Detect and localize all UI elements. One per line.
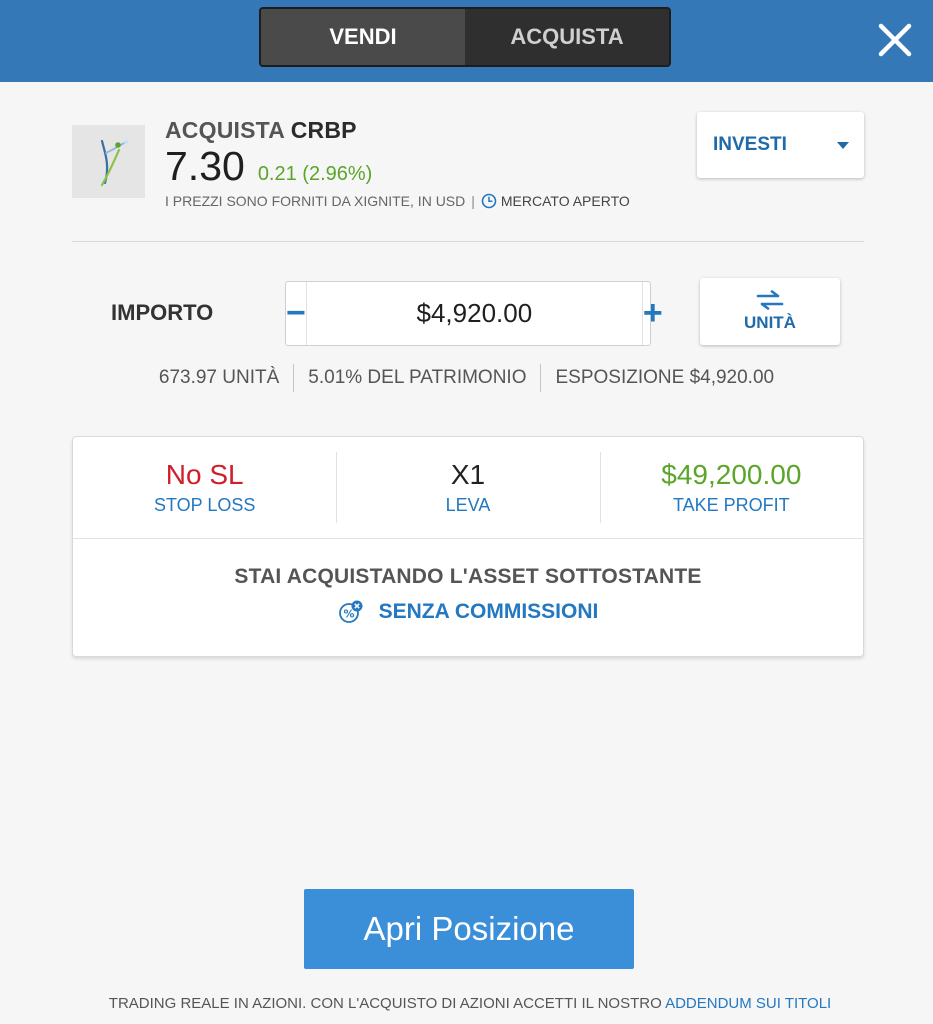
exposure-stat: ESPOSIZIONE $4,920.00 (555, 367, 775, 388)
close-icon[interactable] (872, 17, 918, 63)
no-commission-icon: % (338, 600, 363, 623)
decrease-button[interactable]: − (286, 282, 306, 345)
order-type-dropdown[interactable]: INVESTI (697, 112, 864, 178)
trade-settings-row: No SL STOP LOSS X1 LEVA $49,200.00 TAKE … (73, 437, 863, 539)
stop-loss-label: STOP LOSS (153, 495, 256, 515)
side-toggle: VENDI ACQUISTA (259, 7, 671, 67)
securities-addendum-link[interactable]: ADDENDUM SUI TITOLI (665, 995, 831, 1012)
equity-stat: 5.01% DEL PATRIMONIO (308, 367, 527, 388)
leverage-cell[interactable]: X1 LEVA (336, 437, 599, 538)
stop-loss-value: No SL (165, 459, 244, 490)
amount-label: IMPORTO (111, 300, 214, 325)
top-bar: VENDI ACQUISTA (0, 0, 933, 82)
open-position-button[interactable]: Apri Posizione (304, 889, 634, 969)
swap-icon (756, 290, 784, 310)
notice-line2: SENZA COMMISSIONI (378, 600, 599, 623)
asset-action: ACQUISTA (165, 117, 285, 143)
units-stat: 673.97 UNITÀ (158, 367, 280, 388)
take-profit-label: TAKE PROFIT (672, 495, 790, 515)
position-stats: 673.97 UNITÀ 5.01% DEL PATRIMONIO ESPOSI… (0, 364, 933, 392)
price-info: I PREZZI SONO FORNITI DA XIGNITE, IN USD… (165, 193, 630, 209)
price-change: 0.21 (2.96%) (257, 163, 373, 185)
commission-notice: STAI ACQUISTANDO L'ASSET SOTTOSTANTE % S… (73, 539, 863, 625)
tab-sell[interactable]: VENDI (261, 9, 465, 65)
info-separator: | (471, 193, 475, 209)
increase-button[interactable]: + (643, 282, 663, 345)
leverage-label: LEVA (445, 495, 491, 515)
stop-loss-cell[interactable]: No SL STOP LOSS (73, 437, 336, 538)
price-source-text: I PREZZI SONO FORNITI DA XIGNITE, IN USD (165, 193, 466, 209)
asset-title: ACQUISTA CRBP (165, 117, 357, 144)
stat-divider (540, 364, 542, 392)
asset-symbol: CRBP (290, 117, 357, 143)
units-toggle-button[interactable]: UNITÀ (700, 278, 840, 345)
amount-stepper: − + (285, 281, 663, 346)
trade-settings-card: No SL STOP LOSS X1 LEVA $49,200.00 TAKE … (72, 436, 864, 657)
take-profit-value: $49,200.00 (661, 459, 802, 490)
tab-buy[interactable]: ACQUISTA (465, 9, 669, 65)
take-profit-cell[interactable]: $49,200.00 TAKE PROFIT (599, 437, 863, 538)
leverage-value: X1 (450, 459, 486, 490)
price-row: 7.30 0.21 (2.96%) (165, 143, 372, 190)
stat-divider (293, 364, 295, 392)
asset-price: 7.30 (165, 143, 245, 189)
footer-text: TRADING REALE IN AZIONI. CON L'ACQUISTO … (108, 995, 666, 1012)
clock-icon (481, 193, 497, 209)
chevron-down-icon (837, 141, 849, 149)
asset-logo (72, 125, 145, 198)
amount-input[interactable] (305, 282, 643, 345)
order-type-label: INVESTI (713, 134, 787, 155)
market-status: MERCATO APERTO (500, 193, 630, 209)
footer-disclaimer: TRADING REALE IN AZIONI. CON L'ACQUISTO … (0, 995, 933, 1012)
notice-line1: STAI ACQUISTANDO L'ASSET SOTTOSTANTE (234, 565, 702, 588)
notice-line2-row: % SENZA COMMISSIONI (73, 599, 863, 625)
units-toggle-label: UNITÀ (744, 313, 796, 332)
divider (72, 241, 864, 242)
